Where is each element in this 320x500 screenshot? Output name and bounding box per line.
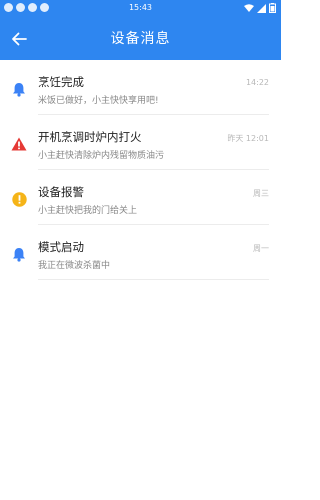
system-icons	[244, 3, 276, 13]
message-time: 周一	[253, 244, 269, 253]
wifi-icon	[244, 3, 254, 12]
message-item[interactable]: 设备报警 小主赶快把我的门给关上 周三	[0, 170, 281, 225]
message-item[interactable]: 烹饪完成 米饭已做好，小主快快享用吧! 14:22	[0, 60, 281, 115]
alert-circle-icon	[11, 191, 27, 207]
status-bar: 15:43	[0, 0, 281, 17]
message-subtitle: 小主赶快把我的门给关上	[38, 206, 138, 216]
bell-icon	[11, 246, 27, 262]
message-title: 设备报警	[38, 185, 84, 199]
battery-icon	[269, 3, 276, 13]
bell-icon	[11, 81, 27, 97]
message-title: 模式启动	[38, 240, 84, 254]
message-subtitle: 我正在微波杀菌中	[38, 261, 111, 271]
divider	[38, 279, 269, 280]
message-title: 开机烹调时炉内打火	[38, 130, 142, 144]
app-bar: 设备消息	[0, 17, 281, 60]
message-time: 周三	[253, 189, 269, 198]
message-list: 烹饪完成 米饭已做好，小主快快享用吧! 14:22 开机烹调时炉内打火 小主赶快…	[0, 60, 281, 280]
warning-triangle-icon	[11, 136, 27, 152]
message-subtitle: 米饭已做好，小主快快享用吧!	[38, 96, 159, 106]
message-subtitle: 小主赶快清除炉内残留物质油污	[38, 151, 165, 161]
message-item[interactable]: 开机烹调时炉内打火 小主赶快清除炉内残留物质油污 昨天 12:01	[0, 115, 281, 170]
message-item[interactable]: 模式启动 我正在微波杀菌中 周一	[0, 225, 281, 280]
message-time: 昨天 12:01	[227, 134, 269, 143]
message-time: 14:22	[245, 78, 269, 87]
signal-icon	[257, 3, 266, 13]
message-title: 烹饪完成	[38, 75, 84, 89]
page-title: 设备消息	[110, 31, 171, 47]
status-time: 15:43	[128, 3, 153, 12]
